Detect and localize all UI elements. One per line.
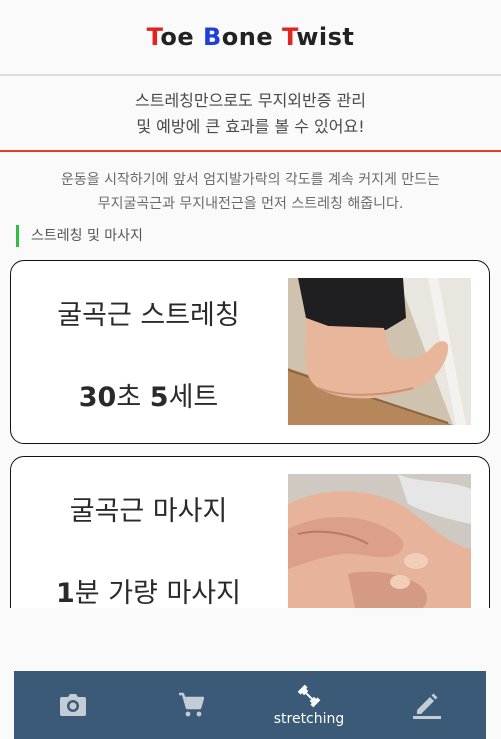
camera-icon xyxy=(60,694,86,716)
banner-line-2: 및 예방에 큰 효과를 볼 수 있어요! xyxy=(136,117,365,136)
exercise-list[interactable]: 굴곡근 스트레칭 30초 5세트 굴곡근 마사지 1분 가량 마사지 xyxy=(0,258,501,608)
title-word-one: one xyxy=(221,23,282,51)
intro-line-2: 무지굴곡근과 무지내전근을 먼저 스트레칭 해줍니다. xyxy=(97,196,404,212)
nav-edit[interactable] xyxy=(368,671,486,739)
card-title: 굴곡근 스트레칭 xyxy=(57,300,240,331)
foot-stretch-photo xyxy=(288,278,471,425)
intro-text: 운동을 시작하기에 앞서 엄지발가락의 각도를 계속 커지게 만드는 무지굴곡근… xyxy=(0,168,501,216)
cart-icon xyxy=(179,692,204,717)
title-letter-t: T xyxy=(146,23,161,51)
card-text: 굴곡근 마사지 1분 가량 마사지 xyxy=(11,457,286,608)
app-title: Toe Bone Twist xyxy=(147,23,355,51)
card-title: 굴곡근 마사지 xyxy=(69,496,228,527)
nav-stretching[interactable]: stretching xyxy=(250,671,368,739)
card-sets-unit: 세트 xyxy=(168,382,219,413)
exercise-card-flexor-stretch[interactable]: 굴곡근 스트레칭 30초 5세트 xyxy=(10,260,490,444)
info-banner: 스트레칭만으로도 무지외반증 관리 및 예방에 큰 효과를 볼 수 있어요! xyxy=(0,78,501,152)
nav-stretching-label: stretching xyxy=(273,711,345,727)
title-word-oe: oe xyxy=(160,23,203,51)
card-duration: 1분 가량 마사지 xyxy=(11,571,286,608)
card-duration: 30초 5세트 xyxy=(11,375,286,414)
exercise-card-flexor-massage[interactable]: 굴곡근 마사지 1분 가량 마사지 xyxy=(10,456,490,608)
banner-line-1: 스트레칭만으로도 무지외반증 관리 xyxy=(135,91,366,110)
nav-camera[interactable] xyxy=(14,671,132,739)
title-word-wist: wist xyxy=(296,23,355,51)
card-duration-unit: 분 가량 마사지 xyxy=(74,578,241,608)
dumbbell-icon xyxy=(297,684,321,708)
card-sets-value: 5 xyxy=(149,382,169,413)
intro-line-1: 운동을 시작하기에 앞서 엄지발가락의 각도를 계속 커지게 만드는 xyxy=(61,172,440,188)
bottom-nav: stretching xyxy=(14,671,486,739)
app-header: Toe Bone Twist xyxy=(0,0,501,76)
pencil-icon xyxy=(413,693,441,719)
nav-shop[interactable] xyxy=(132,671,250,739)
card-duration-value: 1 xyxy=(55,578,75,608)
title-letter-b: B xyxy=(202,23,222,51)
foot-massage-photo xyxy=(288,474,471,608)
card-text: 굴곡근 스트레칭 30초 5세트 xyxy=(11,261,286,445)
card-duration-unit: 초 xyxy=(116,382,150,413)
card-duration-value: 30 xyxy=(78,382,117,413)
title-letter-t2: T xyxy=(281,23,297,51)
section-label: 스트레칭 및 마사지 xyxy=(16,225,143,247)
